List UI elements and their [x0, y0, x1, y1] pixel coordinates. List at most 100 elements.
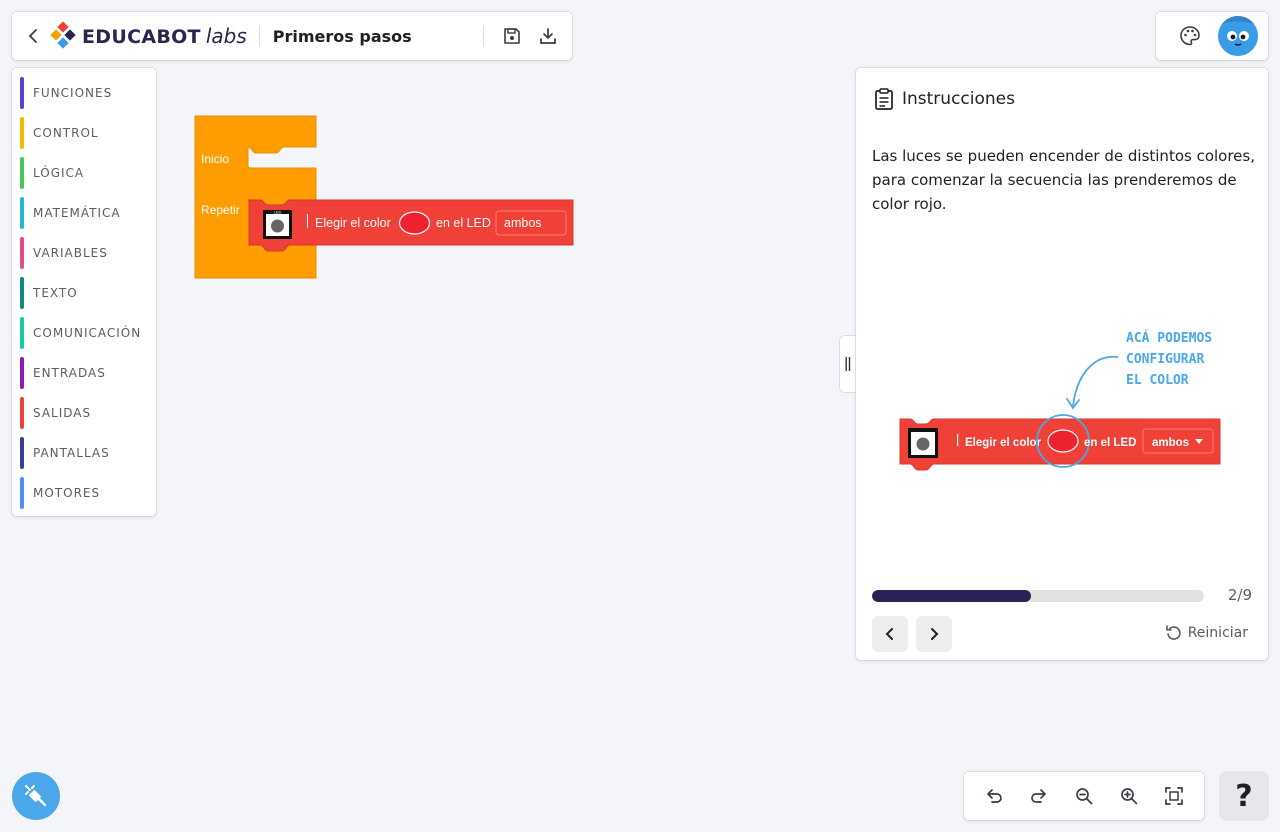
- illus-target-value: ambos: [1152, 437, 1189, 449]
- block-workspace: Inicio Repetir LED Elegir el color en el…: [194, 115, 574, 279]
- progress-count: 2/9: [1227, 586, 1252, 604]
- category-label: TEXTO: [33, 286, 78, 300]
- instructions-panel: Instrucciones Las luces se pueden encend…: [855, 67, 1269, 661]
- divider: [482, 26, 484, 46]
- panel-title: Instrucciones: [902, 89, 1015, 109]
- download-icon: [539, 28, 556, 44]
- category-texto[interactable]: TEXTO: [12, 273, 156, 313]
- workspace-toolbar: [963, 771, 1205, 821]
- repeat-block[interactable]: [194, 115, 317, 279]
- palette-icon: [1180, 26, 1200, 46]
- category-color-bar: [20, 117, 24, 149]
- category-color-bar: [20, 77, 24, 109]
- illus-choose-color-label: Elegir el color: [965, 437, 1042, 449]
- category-color-bar: [20, 277, 24, 309]
- next-step-button[interactable]: [916, 616, 952, 652]
- educabot-logo-icon: [50, 22, 76, 49]
- category-control[interactable]: CONTROL: [12, 113, 156, 153]
- category-label: MATEMÁTICA: [33, 206, 121, 220]
- block-categories: FUNCIONES CONTROL LÓGICA MATEMÁTICA VARIABLE…: [11, 67, 157, 517]
- illus-on-led-label: en el LED: [1084, 437, 1136, 449]
- logo-brand-text: EDUCABOT: [82, 26, 201, 48]
- download-button[interactable]: [530, 18, 566, 54]
- led-color-block[interactable]: LED Elegir el color en el LED ambos: [248, 199, 574, 252]
- category-color-bar: [20, 357, 24, 389]
- plug-disconnected-icon: [25, 785, 47, 807]
- user-avatar[interactable]: [1218, 16, 1258, 56]
- category-color-bar: [20, 437, 24, 469]
- zoom-out-button[interactable]: [1066, 778, 1102, 814]
- annotation-line-1: ACÁ PODEMOS: [1126, 330, 1212, 346]
- zoom-in-icon: [1120, 788, 1138, 805]
- on-led-label: en el LED: [436, 216, 491, 230]
- logo-suffix-text: labs: [205, 24, 247, 48]
- progress-fill: [872, 590, 1032, 602]
- start-label: Inicio: [201, 152, 229, 166]
- clipboard-icon: [875, 88, 893, 110]
- connect-device-button[interactable]: [12, 772, 60, 820]
- category-label: MOTORES: [33, 486, 101, 500]
- redo-icon: [1031, 789, 1047, 803]
- panel-collapse-handle[interactable]: [839, 335, 856, 393]
- category-comunicación[interactable]: COMUNICACIÓN: [12, 313, 156, 353]
- category-color-bar: [20, 397, 24, 429]
- instruction-illustration: ACÁ PODEMOS CONFIGURAR EL COLOR Elegir e…: [899, 330, 1221, 471]
- category-label: ENTRADAS: [33, 366, 106, 380]
- project-title[interactable]: Primeros pasos: [273, 27, 483, 46]
- redo-button[interactable]: [1021, 778, 1057, 814]
- chevron-left-icon: [885, 628, 893, 640]
- category-variables[interactable]: VARIABLES: [12, 233, 156, 273]
- help-button[interactable]: ?: [1219, 771, 1269, 821]
- repeat-label: Repetir: [201, 203, 240, 217]
- fit-to-screen-button[interactable]: [1156, 778, 1192, 814]
- progress-bar: [872, 590, 1204, 602]
- category-color-bar: [20, 477, 24, 509]
- category-label: CONTROL: [33, 126, 99, 140]
- category-color-bar: [20, 197, 24, 229]
- robot-face-icon: [1218, 16, 1258, 46]
- category-label: LÓGICA: [33, 166, 85, 180]
- instructions-text: Las luces se pueden encender de distinto…: [872, 147, 1255, 213]
- led-icon-label: LED: [274, 210, 282, 215]
- reset-label: Reiniciar: [1187, 625, 1248, 641]
- reset-button[interactable]: Reiniciar: [1165, 624, 1248, 642]
- divider: [258, 26, 260, 46]
- category-color-bar: [20, 237, 24, 269]
- category-salidas[interactable]: SALIDAS: [12, 393, 156, 433]
- user-box: [1155, 11, 1269, 61]
- top-bar: EDUCABOT labs Primeros pasos: [11, 11, 573, 61]
- led-target-value: ambos: [504, 216, 542, 230]
- chevron-left-icon: [28, 29, 37, 43]
- annotation-line-2: CONFIGURAR: [1126, 352, 1204, 367]
- category-funciones[interactable]: FUNCIONES: [12, 73, 156, 113]
- category-matemática[interactable]: MATEMÁTICA: [12, 193, 156, 233]
- category-label: SALIDAS: [33, 406, 92, 420]
- category-label: FUNCIONES: [33, 86, 113, 100]
- annotation-arrow: [1072, 356, 1119, 407]
- drag-handle-icon: [845, 357, 851, 371]
- category-entradas[interactable]: ENTRADAS: [12, 353, 156, 393]
- chevron-right-icon: [931, 628, 939, 640]
- save-icon: [503, 28, 520, 44]
- undo-icon: [987, 789, 1003, 803]
- category-color-bar: [20, 157, 24, 189]
- zoom-out-icon: [1076, 788, 1093, 805]
- category-label: COMUNICACIÓN: [33, 326, 142, 340]
- category-color-bar: [20, 317, 24, 349]
- back-button[interactable]: [20, 11, 46, 61]
- category-motores[interactable]: MOTORES: [12, 473, 156, 513]
- fit-screen-icon: [1164, 787, 1183, 805]
- reset-icon: [1165, 625, 1181, 640]
- choose-color-label: Elegir el color: [315, 216, 391, 230]
- educabot-logo: EDUCABOT labs: [50, 22, 247, 50]
- led-color-picker[interactable]: [398, 211, 431, 235]
- previous-step-button[interactable]: [872, 616, 908, 652]
- undo-button[interactable]: [976, 778, 1012, 814]
- category-lógica[interactable]: LÓGICA: [12, 153, 156, 193]
- category-label: PANTALLAS: [33, 446, 110, 460]
- annotation-line-3: EL COLOR: [1126, 373, 1189, 388]
- theme-button[interactable]: [1172, 18, 1208, 54]
- category-pantallas[interactable]: PANTALLAS: [12, 433, 156, 473]
- save-button[interactable]: [494, 18, 530, 54]
- zoom-in-button[interactable]: [1111, 778, 1147, 814]
